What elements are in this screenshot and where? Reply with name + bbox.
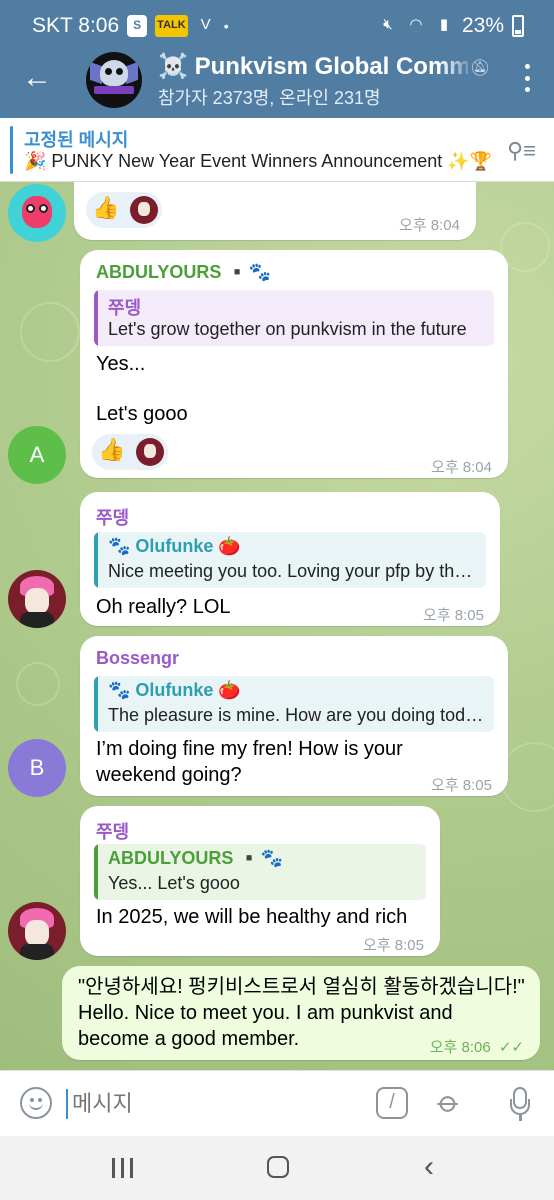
muted-chat-icon: 🔕︎ bbox=[470, 60, 491, 77]
message-time: 오후 8:04 bbox=[431, 459, 492, 476]
pinned-accent bbox=[10, 126, 13, 174]
reply-text: The pleasure is mine. How are you doing … bbox=[108, 705, 484, 725]
volte-icon: V bbox=[200, 16, 211, 33]
kakao-icon: TALK bbox=[155, 15, 188, 37]
chat-title[interactable]: ☠️ Punkvism Global Community bbox=[158, 52, 468, 81]
message-input[interactable] bbox=[66, 1089, 346, 1119]
mute-icon: 🔇︎ bbox=[383, 16, 393, 33]
pinned-message-bar[interactable]: 고정된 메시지 🎉 PUNKY New Year Event Winners A… bbox=[0, 118, 554, 182]
group-avatar[interactable] bbox=[86, 52, 142, 108]
reply-preview[interactable]: 🐾 Olufunke 🍅 The pleasure is mine. How a… bbox=[94, 676, 494, 732]
bot-command-icon[interactable]: / bbox=[376, 1087, 408, 1119]
status-time: SKT 8:06 bbox=[32, 14, 120, 37]
message-list[interactable]: 👍 오후 8:04 A ABDULYOURS ▪️🐾 쭈뎅 Let's grow… bbox=[0, 182, 554, 1070]
status-bar: SKT 8:06 S TALK V • 🔇︎ ◠ ▮ 23% bbox=[0, 0, 554, 52]
message-text: Yes... bbox=[96, 353, 146, 375]
message-text: I’m doing fine my fren! How is your bbox=[96, 738, 403, 760]
system-back-icon[interactable]: ‹ bbox=[424, 1152, 434, 1182]
emoji-icon[interactable] bbox=[20, 1087, 52, 1119]
reply-text: Yes... Let's gooo bbox=[108, 873, 240, 893]
message-bubble[interactable]: 쭈뎅 ABDULYOURS ▪️🐾 Yes... Let's gooo In 2… bbox=[80, 806, 440, 956]
sender-name[interactable]: 쭈뎅 bbox=[96, 818, 129, 844]
reply-sender: 쭈뎅 bbox=[108, 298, 142, 318]
reply-preview[interactable]: 🐾 Olufunke 🍅 Nice meeting you too. Lovin… bbox=[94, 532, 486, 588]
home-icon[interactable] bbox=[267, 1156, 289, 1178]
message-time: 오후 8:04 bbox=[399, 217, 460, 234]
sender-avatar[interactable]: B bbox=[8, 739, 66, 797]
message-bubble[interactable]: Bossengr 🐾 Olufunke 🍅 The pleasure is mi… bbox=[80, 636, 508, 796]
read-ticks-icon: ✓✓ bbox=[498, 1039, 524, 1056]
message-text: Hello. Nice to meet you. I am punkvist a… bbox=[78, 1002, 453, 1024]
sender-avatar[interactable] bbox=[8, 570, 66, 628]
reactor-avatar bbox=[136, 438, 164, 466]
pinned-text: 🎉 PUNKY New Year Event Winners Announcem… bbox=[24, 151, 493, 171]
outgoing-message-bubble[interactable]: "안녕하세요! 펑키비스트로서 열심히 활동하겠습니다!" Hello. Nic… bbox=[62, 966, 540, 1060]
reaction-chip[interactable]: 👍 bbox=[92, 434, 168, 470]
message-time: 오후 8:05 bbox=[431, 777, 492, 794]
s-app-icon: S bbox=[127, 15, 148, 37]
reply-sender: 🐾 Olufunke 🍅 bbox=[108, 536, 241, 556]
chat-subtitle: 참가자 2373명, 온라인 231명 bbox=[158, 88, 381, 108]
message-text: Let's gooo bbox=[96, 403, 188, 425]
sender-name[interactable]: ABDULYOURS ▪️🐾 bbox=[96, 262, 271, 283]
message-composer: / ⌀ bbox=[0, 1070, 554, 1136]
message-text: "안녕하세요! 펑키비스트로서 열심히 활동하겠습니다!" bbox=[78, 976, 525, 998]
reactor-avatar bbox=[130, 196, 158, 224]
paperclip-icon[interactable]: ⌀ bbox=[430, 1084, 468, 1122]
reply-preview[interactable]: 쭈뎅 Let's grow together on punkvism in th… bbox=[94, 290, 494, 346]
message-text: Oh really? LOL bbox=[96, 596, 231, 618]
reply-text: Let's grow together on punkvism in the f… bbox=[108, 319, 467, 339]
message-time: 오후 8:05 bbox=[363, 937, 424, 954]
microphone-icon[interactable] bbox=[510, 1087, 530, 1121]
skull-emoji-icon: ☠️ bbox=[158, 53, 188, 80]
pin-list-icon[interactable]: ⚲≡ bbox=[507, 138, 536, 164]
message-time: 오후 8:05 bbox=[423, 607, 484, 624]
message-bubble[interactable]: 👍 오후 8:04 bbox=[74, 182, 476, 240]
thumbs-up-icon: 👍 bbox=[98, 437, 126, 462]
reply-sender: ABDULYOURS ▪️🐾 bbox=[108, 848, 284, 868]
more-menu-icon[interactable] bbox=[522, 64, 532, 92]
system-navigation-bar: ‹ bbox=[0, 1136, 554, 1200]
sender-name[interactable]: 쭈뎅 bbox=[96, 504, 129, 530]
reaction-chip[interactable]: 👍 bbox=[86, 192, 162, 228]
status-dot: • bbox=[223, 18, 229, 34]
message-text: In 2025, we will be healthy and rich bbox=[96, 906, 408, 928]
sender-avatar[interactable] bbox=[8, 902, 66, 960]
back-arrow-icon[interactable]: ← bbox=[22, 62, 54, 94]
pinned-label: 고정된 메시지 bbox=[24, 130, 129, 150]
battery-icon bbox=[512, 15, 524, 37]
message-text: become a good member. bbox=[78, 1028, 300, 1050]
message-bubble[interactable]: 쭈뎅 🐾 Olufunke 🍅 Nice meeting you too. Lo… bbox=[80, 492, 500, 626]
chat-header: SKT 8:06 S TALK V • 🔇︎ ◠ ▮ 23% ← ☠️ Punk… bbox=[0, 0, 554, 118]
message-time: 오후 8:06 ✓✓ bbox=[429, 1039, 524, 1056]
recent-apps-icon[interactable] bbox=[112, 1158, 134, 1178]
sender-avatar[interactable]: A bbox=[8, 426, 66, 484]
message-text: weekend going? bbox=[96, 764, 242, 786]
wifi-icon: ◠ bbox=[409, 16, 423, 33]
thumbs-up-icon: 👍 bbox=[92, 195, 120, 220]
reply-sender: 🐾 Olufunke 🍅 bbox=[108, 680, 241, 700]
signal-icon: ▮ bbox=[439, 16, 449, 33]
sender-avatar[interactable] bbox=[8, 184, 66, 242]
chat-title-text: Punkvism Global Community bbox=[194, 53, 468, 80]
message-bubble[interactable]: ABDULYOURS ▪️🐾 쭈뎅 Let's grow together on… bbox=[80, 250, 508, 478]
sender-name[interactable]: Bossengr bbox=[96, 648, 179, 669]
battery-percent: 23% bbox=[461, 14, 504, 37]
reply-text: Nice meeting you too. Loving your pfp by… bbox=[108, 561, 476, 581]
reply-preview[interactable]: ABDULYOURS ▪️🐾 Yes... Let's gooo bbox=[94, 844, 426, 900]
